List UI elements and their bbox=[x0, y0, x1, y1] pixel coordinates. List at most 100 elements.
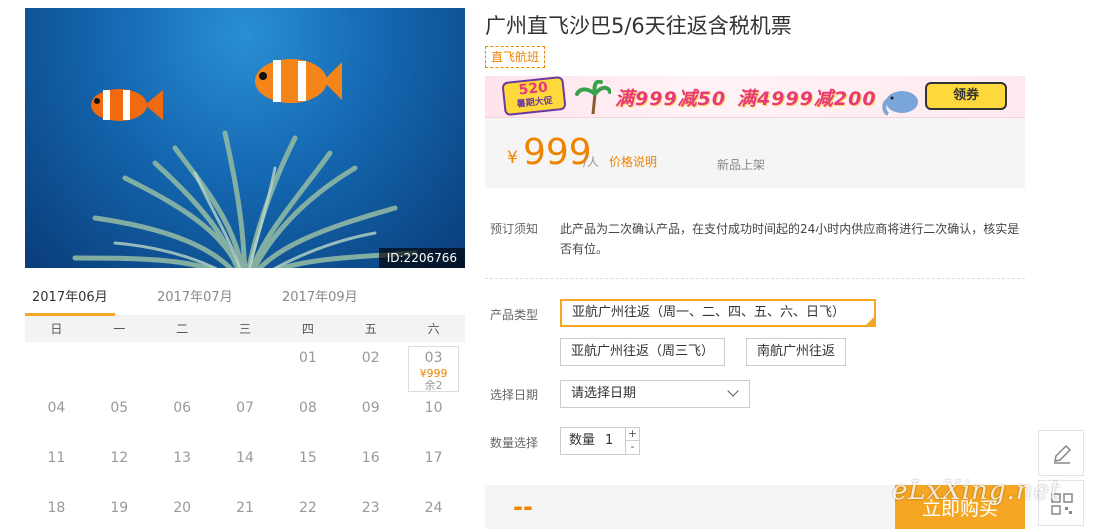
calendar-day[interactable]: 08 bbox=[276, 392, 339, 442]
day-number: 20 bbox=[173, 500, 192, 516]
price-bar: ¥ 999 /人 价格说明 新品上架 bbox=[485, 118, 1025, 188]
calendar-day[interactable]: 15 bbox=[276, 442, 339, 492]
tab-month-june[interactable]: 2017年06月 bbox=[25, 280, 115, 316]
calendar-day-empty bbox=[25, 342, 88, 392]
day-number: 05 bbox=[110, 400, 129, 416]
day-number: 09 bbox=[361, 400, 380, 416]
calendar-day[interactable]: 07 bbox=[214, 392, 277, 442]
divider bbox=[485, 278, 1025, 279]
price-amount: 999 bbox=[523, 132, 592, 173]
day-number: 21 bbox=[236, 500, 254, 516]
day-number: 02 bbox=[361, 350, 380, 366]
calendar-day[interactable]: 14 bbox=[214, 442, 277, 492]
product-type-option-airasia-wednesday[interactable]: 亚航广州往返（周三飞） bbox=[560, 338, 726, 366]
day-number: 22 bbox=[298, 500, 317, 516]
day-number: 04 bbox=[47, 400, 66, 416]
selected-corner-icon bbox=[866, 317, 874, 325]
calendar-day[interactable]: 10 bbox=[402, 392, 465, 442]
promo-text-1: 满999减50 bbox=[615, 88, 727, 110]
product-type-label: 产品类型 bbox=[490, 308, 539, 322]
quantity-label: 数量选择 bbox=[490, 436, 539, 450]
calendar-day[interactable]: 19 bbox=[88, 492, 151, 529]
calendar-day[interactable]: 21 bbox=[214, 492, 277, 529]
clownfish-icon bbox=[255, 59, 342, 103]
day-number: 07 bbox=[236, 400, 254, 416]
weekday-label: 五 bbox=[364, 322, 377, 336]
weekday-label: 日 bbox=[50, 322, 63, 336]
day-number: 19 bbox=[110, 500, 129, 516]
calendar-day[interactable]: 09 bbox=[339, 392, 402, 442]
booking-notice-text: 此产品为二次确认产品，在支付成功时间起的24小时内供应商将进行二次确认，核实是否… bbox=[560, 222, 1020, 256]
product-title: 广州直飞沙巴5/6天往返含税机票 bbox=[485, 14, 792, 38]
price-explain-link[interactable]: 价格说明 bbox=[609, 153, 657, 170]
calendar-day[interactable]: 13 bbox=[151, 442, 214, 492]
calendar-day[interactable]: 18 bbox=[25, 492, 88, 529]
day-number: 17 bbox=[424, 450, 443, 466]
day-number: 24 bbox=[424, 500, 443, 516]
day-number: 14 bbox=[236, 450, 254, 466]
chevron-down-icon bbox=[727, 385, 739, 397]
day-number: 08 bbox=[298, 400, 317, 416]
calendar-day-available[interactable]: 03 ¥999 余2 bbox=[402, 342, 465, 392]
calendar-day[interactable]: 02 bbox=[339, 342, 402, 392]
quantity-decrement-button[interactable]: - bbox=[625, 441, 639, 454]
get-coupon-button[interactable]: 领券 bbox=[925, 82, 1007, 110]
day-number: 01 bbox=[298, 350, 317, 366]
quantity-stepper[interactable]: 数量 1 + - bbox=[560, 427, 640, 455]
day-stock: 余2 bbox=[424, 379, 443, 392]
calendar-day[interactable]: 22 bbox=[276, 492, 339, 529]
calendar-day-grid: 01 02 03 ¥999 余2 04 05 06 07 08 09 10 11 12 13 14 15 16 17… bbox=[25, 342, 465, 529]
date-select[interactable]: 请选择日期 bbox=[560, 380, 750, 408]
calendar-day[interactable]: 17 bbox=[402, 442, 465, 492]
option-label: 亚航广州往返（周一、二、四、五、六、日飞） bbox=[572, 305, 846, 320]
booking-notice-label: 预订须知 bbox=[490, 222, 539, 236]
day-number: 13 bbox=[173, 450, 192, 466]
calendar-day[interactable]: 24 bbox=[402, 492, 465, 529]
calendar-day[interactable]: 11 bbox=[25, 442, 88, 492]
calendar-day[interactable]: 16 bbox=[339, 442, 402, 492]
edit-side-button[interactable] bbox=[1038, 430, 1084, 476]
day-number: 12 bbox=[110, 450, 129, 466]
palm-tree-icon bbox=[575, 80, 611, 114]
quantity-value: 1 bbox=[605, 433, 614, 448]
day-number: 18 bbox=[47, 500, 66, 516]
calendar-day-empty bbox=[214, 342, 277, 392]
elephant-icon bbox=[882, 91, 918, 116]
promo-text-2: 满4999减200 bbox=[737, 88, 877, 110]
calendar-day-empty bbox=[151, 342, 214, 392]
day-number: 11 bbox=[47, 450, 66, 466]
day-number: 06 bbox=[173, 400, 192, 416]
price-unit: /人 bbox=[583, 155, 600, 169]
calendar-day[interactable]: 12 bbox=[88, 442, 151, 492]
calendar-day-empty bbox=[88, 342, 151, 392]
watermark: eLxXing.net bbox=[892, 476, 1062, 506]
product-type-option-airasia-daily[interactable]: 亚航广州往返（周一、二、四、五、六、日飞） bbox=[560, 299, 876, 327]
image-id-badge: ID:2206766 bbox=[378, 248, 465, 268]
tab-month-september[interactable]: 2017年09月 bbox=[275, 280, 365, 316]
total-price: -- bbox=[513, 493, 533, 521]
calendar-weekday-header: 日 一 二 三 四 五 六 bbox=[25, 316, 465, 342]
calendar-day[interactable]: 06 bbox=[151, 392, 214, 442]
select-date-label: 选择日期 bbox=[490, 388, 539, 402]
new-listing-label: 新品上架 bbox=[717, 158, 766, 172]
pencil-icon bbox=[1054, 444, 1072, 464]
anemone-illustration bbox=[72, 130, 418, 268]
product-image: ID:2206766 bbox=[25, 8, 465, 268]
direct-flight-tag: 直飞航班 bbox=[485, 46, 546, 68]
weekday-label: 三 bbox=[238, 322, 251, 336]
calendar-day[interactable]: 01 bbox=[276, 342, 339, 392]
weekday-label: 二 bbox=[176, 322, 189, 336]
currency-symbol: ¥ bbox=[507, 148, 518, 168]
quantity-text: 数量 bbox=[569, 433, 596, 448]
weekday-label: 四 bbox=[301, 322, 314, 336]
weekday-label: 六 bbox=[427, 322, 440, 336]
calendar-day[interactable]: 20 bbox=[151, 492, 214, 529]
calendar-day[interactable]: 23 bbox=[339, 492, 402, 529]
tab-month-july[interactable]: 2017年07月 bbox=[150, 280, 240, 316]
calendar: 日 一 二 三 四 五 六 01 02 03 ¥999 余2 04 05 06 07 08 09 10… bbox=[25, 316, 465, 529]
promo-banner[interactable]: 520 暑期大促 满999减50 满4999减200 领券 bbox=[485, 76, 1025, 118]
calendar-day[interactable]: 04 bbox=[25, 392, 88, 442]
calendar-day[interactable]: 05 bbox=[88, 392, 151, 442]
day-number: 23 bbox=[361, 500, 380, 516]
product-type-option-china-southern[interactable]: 南航广州往返 bbox=[746, 338, 847, 366]
